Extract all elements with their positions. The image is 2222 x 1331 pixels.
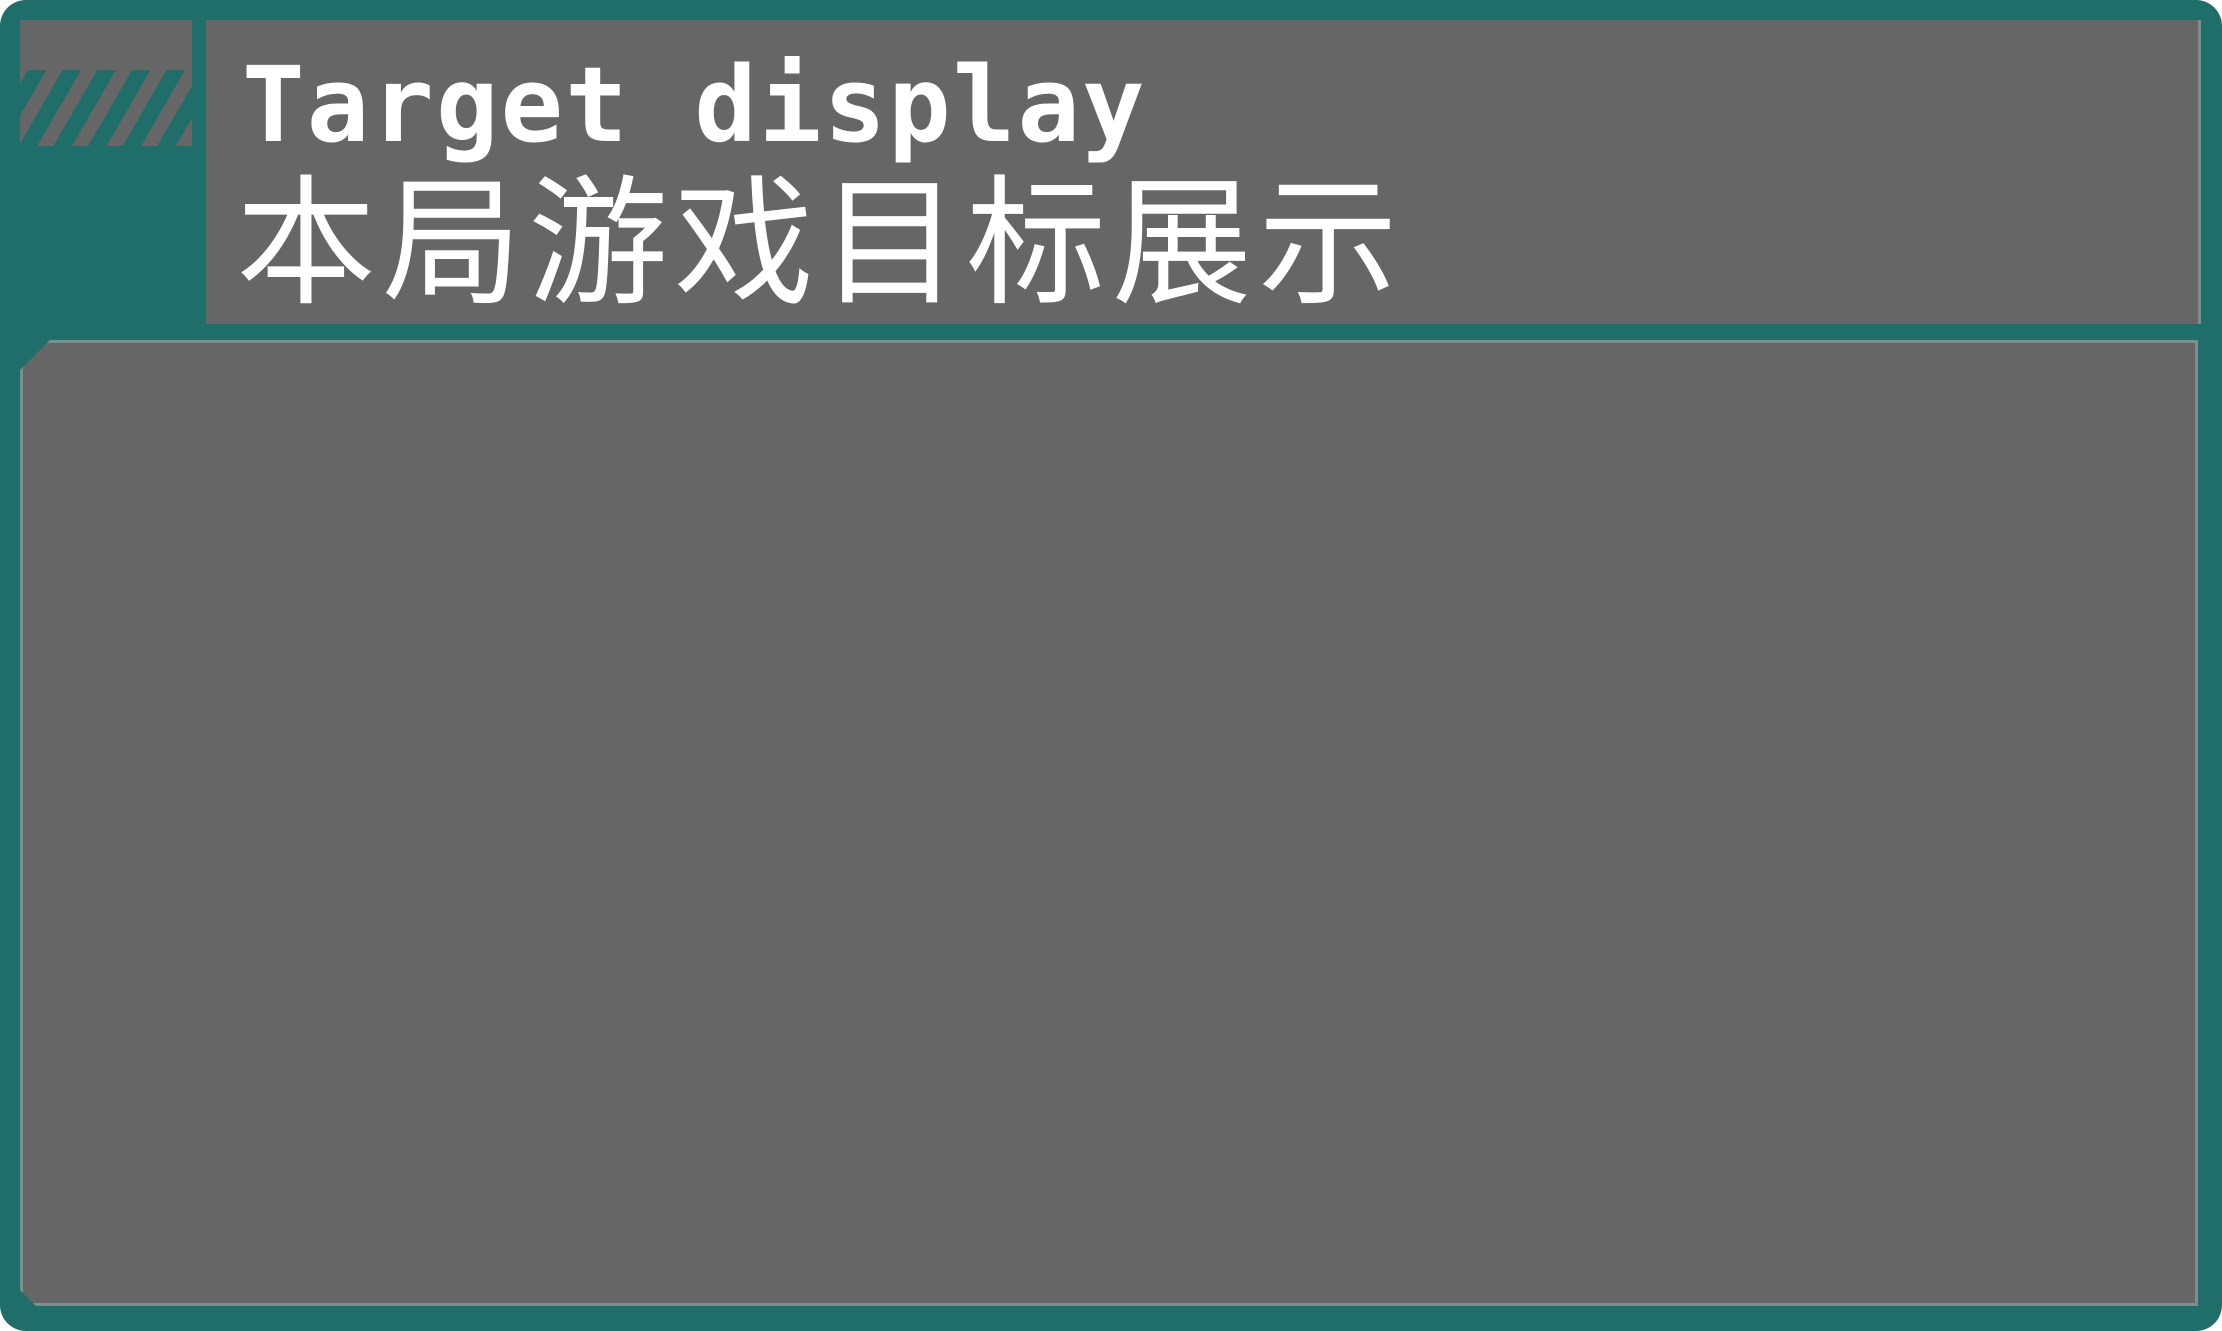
panel-title-english: Target display bbox=[242, 44, 1147, 166]
striped-accent-block bbox=[20, 20, 192, 146]
target-display-panel: Target display 本局游戏目标展示 bbox=[0, 0, 2222, 1331]
hazard-stripes bbox=[20, 70, 192, 146]
target-display-content-area bbox=[20, 340, 2198, 1306]
panel-header: Target display 本局游戏目标展示 bbox=[206, 20, 2201, 324]
panel-title-chinese: 本局游戏目标展示 bbox=[236, 163, 1405, 326]
